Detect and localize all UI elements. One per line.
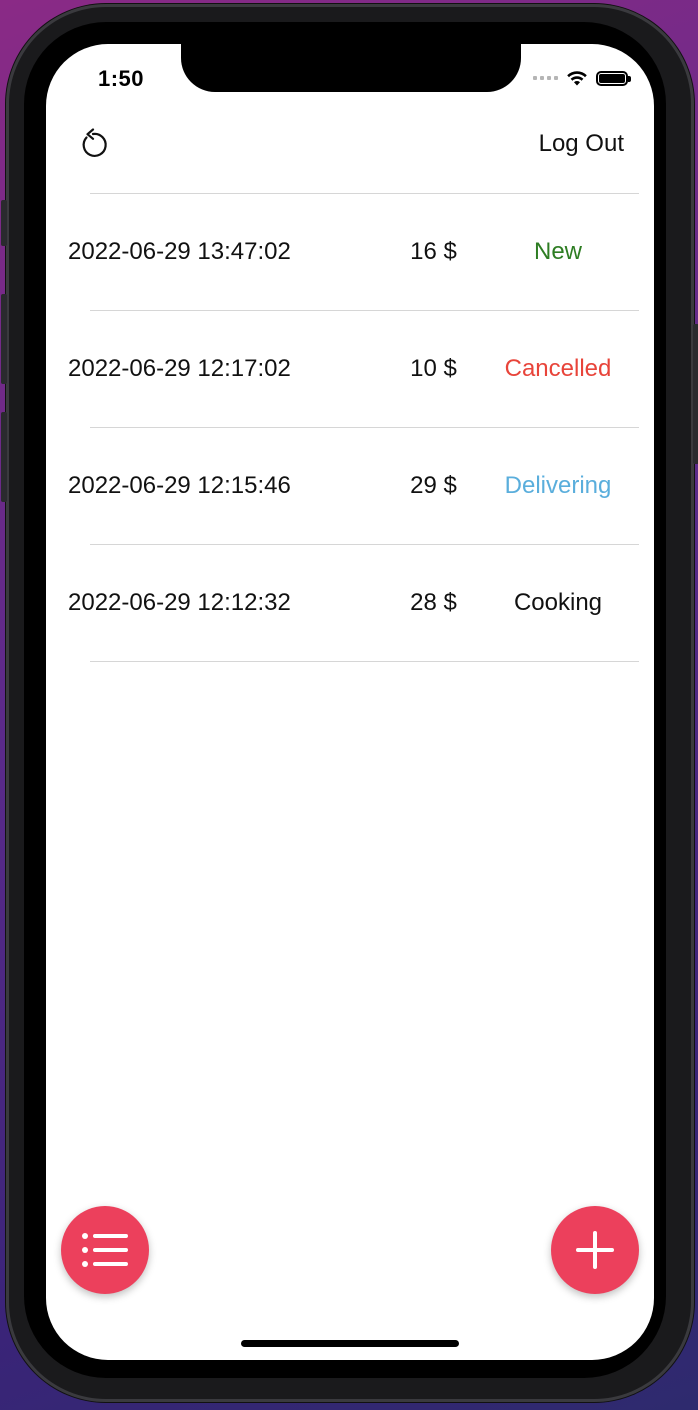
order-date: 2022-06-29 13:47:02 bbox=[68, 238, 291, 265]
order-status: Cancelled bbox=[504, 355, 612, 382]
order-row[interactable]: 2022-06-29 13:47:02 16 $ New bbox=[46, 194, 654, 310]
order-status: Cooking bbox=[513, 589, 603, 616]
divider bbox=[90, 661, 639, 662]
order-price: 28 $ bbox=[410, 589, 457, 616]
battery-icon bbox=[596, 70, 631, 86]
order-date: 2022-06-29 12:12:32 bbox=[68, 589, 291, 616]
order-price: 16 $ bbox=[410, 238, 457, 265]
volume-up-button bbox=[1, 294, 7, 384]
order-date: 2022-06-29 12:17:02 bbox=[68, 355, 291, 382]
order-date: 2022-06-29 12:15:46 bbox=[68, 472, 291, 499]
status-icons bbox=[533, 70, 631, 86]
notch bbox=[181, 44, 521, 92]
order-row[interactable]: 2022-06-29 12:12:32 28 $ Cooking bbox=[46, 545, 654, 661]
order-status: Delivering bbox=[504, 472, 612, 499]
order-status: New bbox=[533, 238, 582, 265]
order-price: 10 $ bbox=[410, 355, 457, 382]
app-screen: 1:50 Log Out 2022-06-29 13:47:02 16 $ Ne… bbox=[46, 44, 654, 1360]
list-icon bbox=[82, 1233, 128, 1267]
wifi-icon bbox=[567, 71, 587, 86]
orders-list-button[interactable] bbox=[61, 1206, 149, 1294]
order-price: 29 $ bbox=[410, 472, 457, 499]
home-indicator bbox=[241, 1340, 459, 1347]
refresh-button[interactable] bbox=[76, 128, 110, 162]
power-button bbox=[693, 324, 698, 464]
volume-down-button bbox=[1, 412, 7, 502]
order-row[interactable]: 2022-06-29 12:15:46 29 $ Delivering bbox=[46, 428, 654, 544]
mute-switch bbox=[1, 200, 7, 246]
logout-button[interactable]: Log Out bbox=[539, 130, 624, 158]
status-time: 1:50 bbox=[98, 66, 145, 91]
order-list: 2022-06-29 13:47:02 16 $ New 2022-06-29 … bbox=[46, 193, 654, 662]
add-order-button[interactable] bbox=[551, 1206, 639, 1294]
cellular-signal-icon bbox=[533, 76, 558, 80]
plus-icon bbox=[576, 1231, 614, 1269]
order-row[interactable]: 2022-06-29 12:17:02 10 $ Cancelled bbox=[46, 311, 654, 427]
refresh-icon bbox=[82, 128, 107, 157]
